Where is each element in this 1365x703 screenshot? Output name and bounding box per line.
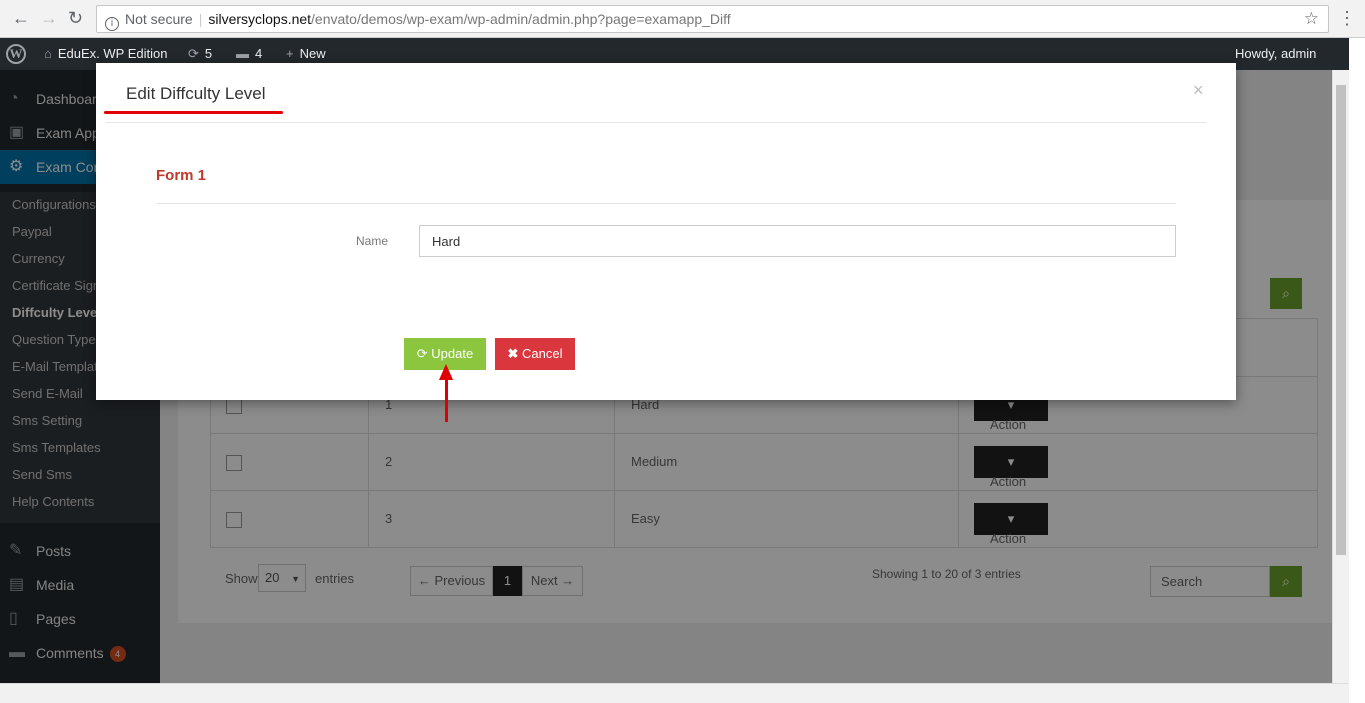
new-label: New <box>299 46 326 61</box>
cancel-button[interactable]: ✖ Cancel <box>495 338 575 370</box>
reload-icon[interactable]: ↻ <box>68 8 83 29</box>
site-name-link[interactable]: ⌂ EduEx. WP Edition <box>44 46 167 61</box>
site-name: EduEx. WP Edition <box>57 46 168 61</box>
update-label: Update <box>431 346 474 361</box>
divider <box>106 122 1206 123</box>
browser-menu-icon[interactable]: ⋮ <box>1338 8 1356 29</box>
close-icon[interactable]: × <box>1193 80 1204 101</box>
browser-toolbar: ← → ↻ i Not secure | silversyclops.net/enva… <box>0 0 1365 38</box>
security-label: Not secure <box>125 11 193 27</box>
edit-difficulty-modal: Edit Diffculty Level × Form 1 Name ⟳ Upd… <box>96 63 1236 400</box>
comments-count: 4 <box>255 46 263 61</box>
plus-icon: + <box>286 46 294 61</box>
bookmark-star-icon[interactable]: ☆ <box>1304 6 1319 32</box>
wordpress-logo-icon[interactable]: W <box>6 44 26 64</box>
info-icon[interactable]: i <box>105 17 119 31</box>
name-input[interactable] <box>419 225 1176 257</box>
vertical-scrollbar[interactable] <box>1332 70 1349 683</box>
form-title: Form 1 <box>156 167 207 184</box>
url-host: silversyclops.net <box>208 11 312 27</box>
updates-count: 5 <box>204 46 213 61</box>
name-label: Name <box>356 234 389 248</box>
back-icon[interactable]: ← <box>12 8 30 29</box>
updates-link[interactable]: ⟳ 5 <box>188 46 212 62</box>
window-edge <box>1349 38 1365 703</box>
scroll-thumb[interactable] <box>1336 85 1346 555</box>
title-highlight <box>104 111 283 114</box>
new-content-link[interactable]: + New <box>286 46 326 61</box>
modal-title: Edit Diffculty Level <box>126 84 266 103</box>
comment-icon: ▬ <box>236 46 249 61</box>
annotation-arrow <box>445 377 448 422</box>
refresh-icon: ⟳ <box>416 346 428 361</box>
account-link[interactable]: Howdy, admin <box>1235 46 1316 61</box>
cancel-label: Cancel <box>522 346 563 361</box>
close-icon: ✖ <box>507 346 519 361</box>
updates-icon: ⟳ <box>188 46 199 61</box>
address-bar[interactable]: i Not secure | silversyclops.net/envato/dem… <box>96 5 1329 33</box>
home-icon: ⌂ <box>44 46 52 61</box>
horizontal-scrollbar[interactable] <box>0 683 1349 700</box>
divider <box>156 203 1176 204</box>
comments-link[interactable]: ▬ 4 <box>236 46 262 61</box>
forward-icon[interactable]: → <box>40 8 58 29</box>
url-path: /envato/demos/wp-exam/wp-admin/admin.php… <box>311 11 731 27</box>
